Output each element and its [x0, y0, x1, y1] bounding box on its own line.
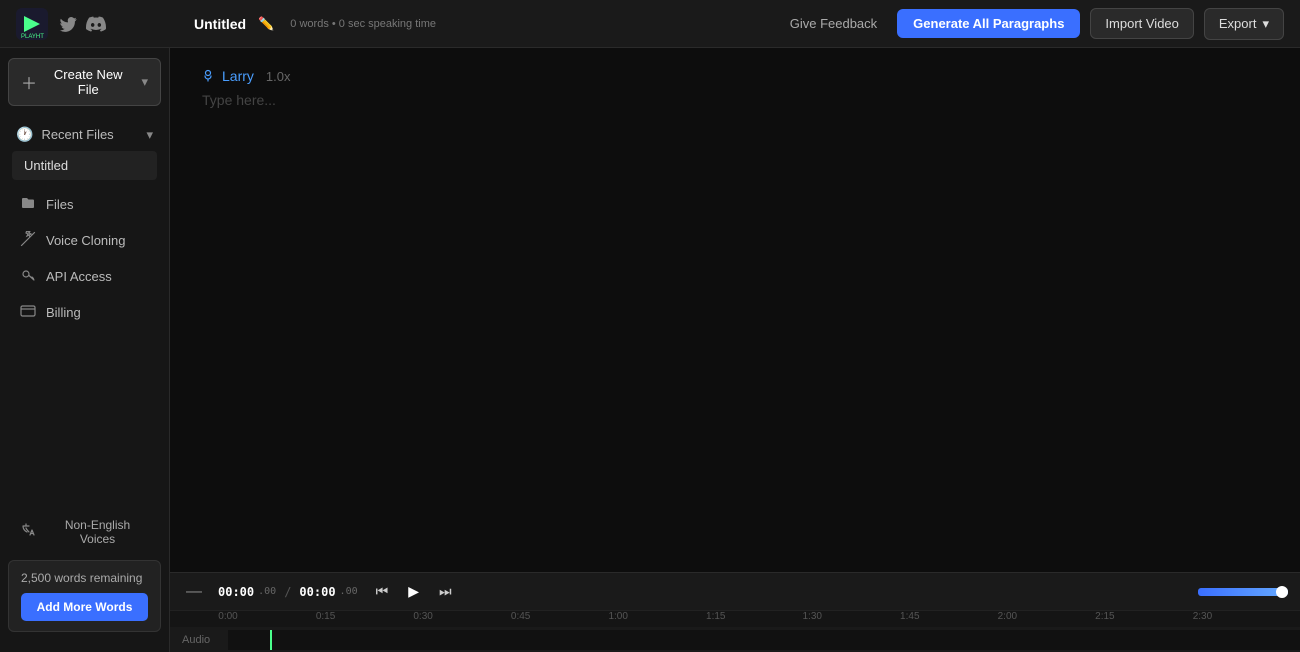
skip-forward-button[interactable]: ⏭	[433, 579, 458, 604]
voice-name[interactable]: Larry	[200, 68, 254, 84]
words-box: 2,500 words remaining Add More Words	[8, 560, 161, 632]
chevron-down-icon: ▾	[146, 127, 153, 143]
svg-text:PLAYHT: PLAYHT	[21, 34, 44, 40]
wand-icon	[20, 231, 36, 250]
timeline-ruler: 0:00 0:15 0:30 0:45 1:00 1:15 1:30 1:45 …	[170, 611, 1300, 627]
ruler-mark-0: 0:00	[218, 611, 237, 622]
non-english-voices-button[interactable]: Non-English Voices	[8, 510, 161, 554]
edit-title-button[interactable]: ✏️	[254, 14, 278, 34]
topbar-center: Untitled ✏️ 0 words • 0 sec speaking tim…	[186, 14, 780, 34]
total-time-ms: .00	[340, 586, 358, 597]
card-icon	[20, 303, 36, 322]
twitter-icon[interactable]	[58, 14, 78, 34]
mute-button[interactable]: —	[182, 581, 206, 603]
sidebar-item-api-access[interactable]: API Access	[4, 259, 165, 294]
sidebar-item-billing[interactable]: Billing	[4, 295, 165, 330]
words-remaining: 2,500 words remaining	[21, 571, 148, 585]
track-area[interactable]	[228, 630, 1300, 650]
main-layout: ＋ Create New File ▾ 🕐 Recent Files ▾ Unt…	[0, 48, 1300, 652]
editor-area: Larry 1.0x Type here... — 00:00 .00 / 00…	[170, 48, 1300, 652]
discord-icon[interactable]	[86, 14, 106, 34]
doc-title: Untitled	[194, 16, 246, 32]
ruler-marks-container: 0:00 0:15 0:30 0:45 1:00 1:15 1:30 1:45 …	[228, 611, 1300, 627]
recent-files-section: 🕐 Recent Files ▾ Untitled	[0, 116, 169, 186]
timeline-controls: — 00:00 .00 / 00:00 .00 ⏮ ▶ ⏭	[170, 573, 1300, 611]
recent-file-item[interactable]: Untitled	[12, 151, 157, 180]
ruler-mark-8: 2:00	[998, 611, 1017, 622]
clock-icon: 🕐	[16, 126, 33, 143]
import-button[interactable]: Import Video	[1090, 8, 1193, 39]
plus-icon: ＋	[21, 70, 37, 94]
playht-logo: PLAYHT	[16, 8, 48, 40]
total-time: 00:00	[299, 585, 335, 599]
chevron-down-icon: ▾	[1262, 16, 1269, 32]
non-english-label: Non-English Voices	[46, 518, 149, 546]
timeline-bar: — 00:00 .00 / 00:00 .00 ⏮ ▶ ⏭	[170, 572, 1300, 652]
feedback-button[interactable]: Give Feedback	[780, 10, 887, 37]
social-icons	[58, 14, 106, 34]
ruler-mark-1: 0:15	[316, 611, 335, 622]
current-time: 00:00	[218, 585, 254, 599]
time-separator: /	[284, 585, 291, 599]
recent-files-header[interactable]: 🕐 Recent Files ▾	[8, 120, 161, 149]
ruler-mark-6: 1:30	[803, 611, 822, 622]
translate-icon	[20, 522, 38, 543]
ruler-mark-4: 1:00	[608, 611, 627, 622]
chevron-down-icon: ▾	[141, 74, 148, 90]
generate-button[interactable]: Generate All Paragraphs	[897, 9, 1080, 38]
ruler-mark-5: 1:15	[706, 611, 725, 622]
ruler-mark-2: 0:30	[413, 611, 432, 622]
export-label: Export	[1219, 16, 1257, 31]
key-icon	[20, 267, 36, 286]
folder-icon	[20, 195, 36, 214]
voice-speed[interactable]: 1.0x	[266, 69, 291, 84]
play-button[interactable]: ▶	[402, 579, 425, 604]
api-access-label: API Access	[46, 269, 112, 284]
volume-bar[interactable]	[1198, 588, 1288, 596]
create-new-file-button[interactable]: ＋ Create New File ▾	[8, 58, 161, 106]
skip-back-button[interactable]: ⏮	[370, 579, 395, 604]
logo-area: PLAYHT	[16, 8, 186, 40]
topbar: PLAYHT Untitled ✏️ 0 words • 0 sec speak…	[0, 0, 1300, 48]
voice-cloning-label: Voice Cloning	[46, 233, 126, 248]
topbar-right: Give Feedback Generate All Paragraphs Im…	[780, 8, 1284, 40]
add-words-button[interactable]: Add More Words	[21, 593, 148, 621]
time-display: 00:00 .00 / 00:00 .00	[218, 585, 358, 599]
voice-row: Larry 1.0x	[200, 68, 1270, 84]
ruler-mark-9: 2:15	[1095, 611, 1114, 622]
transport-buttons: ⏮ ▶ ⏭	[370, 579, 458, 604]
editor-content[interactable]: Larry 1.0x Type here...	[170, 48, 1300, 572]
sidebar-nav: Files Voice Cloning API Access Billing	[0, 186, 169, 331]
export-button[interactable]: Export ▾	[1204, 8, 1284, 40]
type-here-placeholder[interactable]: Type here...	[200, 92, 1270, 108]
playhead	[270, 630, 272, 650]
sidebar-item-voice-cloning[interactable]: Voice Cloning	[4, 223, 165, 258]
volume-handle[interactable]	[1276, 586, 1288, 598]
files-label: Files	[46, 197, 73, 212]
ruler-mark-3: 0:45	[511, 611, 530, 622]
ruler-mark-7: 1:45	[900, 611, 919, 622]
recent-files-label: Recent Files	[41, 127, 113, 142]
billing-label: Billing	[46, 305, 81, 320]
sidebar-top: ＋ Create New File ▾	[0, 58, 169, 116]
ruler-mark-10: 2:30	[1193, 611, 1212, 622]
current-time-ms: .00	[258, 586, 276, 597]
create-label: Create New File	[43, 67, 133, 97]
doc-meta: 0 words • 0 sec speaking time	[290, 18, 436, 30]
sidebar: ＋ Create New File ▾ 🕐 Recent Files ▾ Unt…	[0, 48, 170, 652]
sidebar-bottom: Non-English Voices 2,500 words remaining…	[0, 500, 169, 642]
track-label: Audio	[170, 634, 228, 646]
mic-icon	[200, 68, 216, 84]
timeline-tracks: Audio	[170, 627, 1300, 652]
sidebar-item-files[interactable]: Files	[4, 187, 165, 222]
